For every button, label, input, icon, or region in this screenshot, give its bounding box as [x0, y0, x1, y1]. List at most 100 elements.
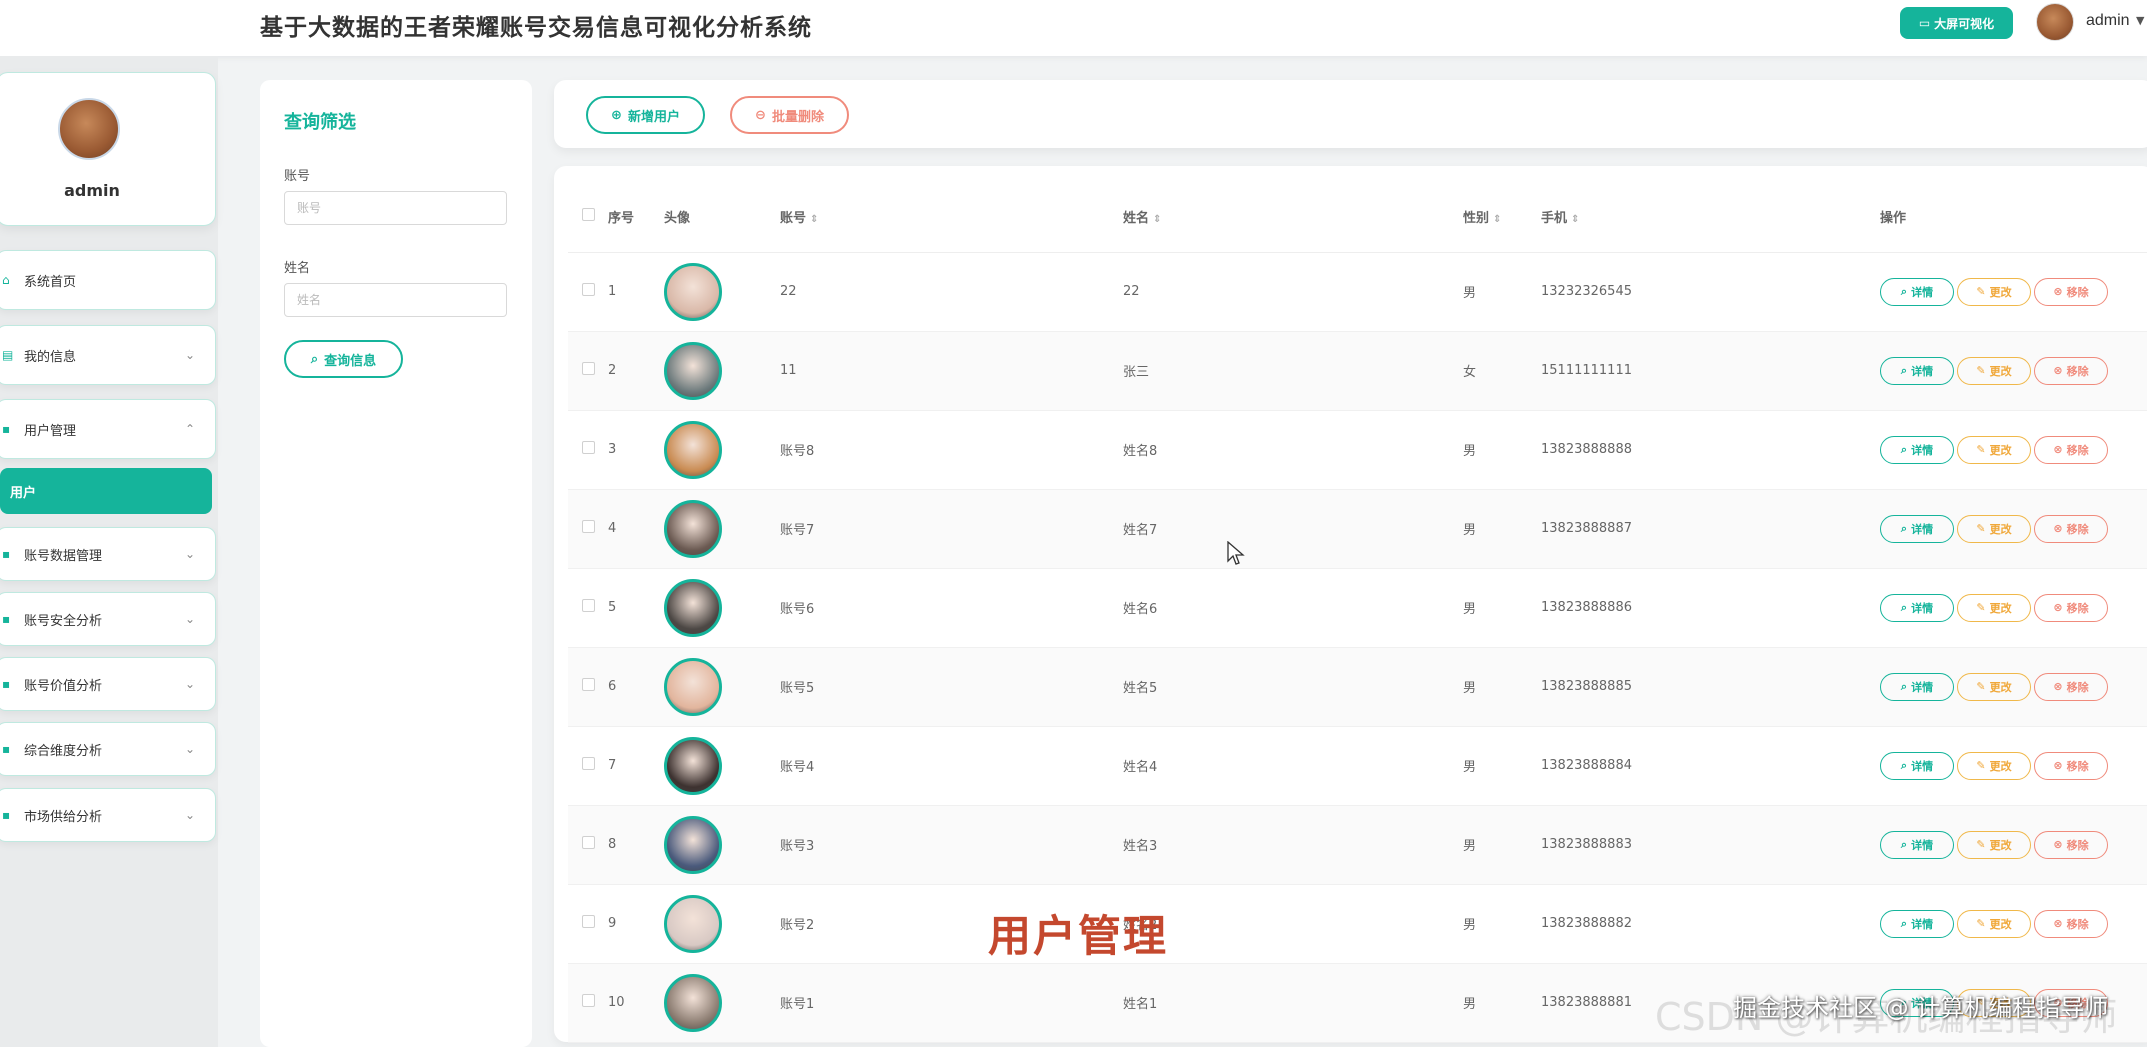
table-row: 1 22 22 男 13232326545 ⌕ 详情 ✎ 更改 ⊗ 移除	[568, 252, 2147, 332]
select-all-checkbox[interactable]	[582, 208, 595, 222]
bigscreen-button[interactable]: ▭ 大屏可视化	[1900, 7, 2013, 39]
edit-label: 更改	[1989, 917, 2012, 931]
row-phone: 13823888887	[1541, 489, 1880, 569]
detail-button[interactable]: ⌕ 详情	[1880, 672, 1954, 701]
remove-button[interactable]: ⊗ 移除	[2034, 830, 2108, 859]
table-row: 5 账号6 姓名6 男 13823888886 ⌕ 详情 ✎ 更改 ⊗ 移除	[568, 568, 2147, 648]
action-bar: ⊕ 新增用户 ⊖ 批量删除	[554, 80, 2147, 148]
header-gender-label: 性别	[1463, 211, 1490, 227]
sort-icon[interactable]: ⇕	[1571, 214, 1579, 225]
remove-button[interactable]: ⊗ 移除	[2034, 751, 2108, 780]
avatar[interactable]	[664, 341, 722, 400]
avatar[interactable]	[664, 973, 722, 1032]
edit-button[interactable]: ✎ 更改	[1957, 514, 2031, 543]
sidebar-item-account-security[interactable]: ▪ 账号安全分析 ⌄	[0, 592, 216, 646]
sort-icon[interactable]: ⇕	[1153, 214, 1161, 225]
sidebar-item-account-value[interactable]: ▪ 账号价值分析 ⌄	[0, 657, 216, 711]
avatar[interactable]	[664, 499, 722, 558]
edit-button[interactable]: ✎ 更改	[1957, 909, 2031, 938]
row-checkbox[interactable]	[582, 994, 595, 1007]
remove-circle-icon: ⊗	[2053, 759, 2063, 772]
detail-button[interactable]: ⌕ 详情	[1880, 356, 1954, 385]
detail-button[interactable]: ⌕ 详情	[1880, 751, 1954, 780]
edit-button[interactable]: ✎ 更改	[1957, 593, 2031, 622]
detail-button[interactable]: ⌕ 详情	[1880, 277, 1954, 306]
sidebar-item-label: 账号价值分析	[24, 678, 103, 694]
name-input[interactable]	[284, 283, 507, 317]
add-user-button[interactable]: ⊕ 新增用户	[586, 96, 705, 134]
row-avatar-cell	[664, 410, 780, 490]
edit-button[interactable]: ✎ 更改	[1957, 435, 2031, 464]
sort-icon[interactable]: ⇕	[1493, 214, 1501, 225]
avatar[interactable]	[664, 894, 722, 953]
row-checkbox[interactable]	[582, 362, 595, 375]
row-checkbox[interactable]	[582, 836, 595, 849]
sidebar-item-label: 账号数据管理	[24, 548, 103, 564]
header-account-label: 账号	[780, 211, 807, 227]
avatar[interactable]	[664, 815, 722, 874]
remove-button[interactable]: ⊗ 移除	[2034, 672, 2108, 701]
sidebar-item-home[interactable]: ⌂ 系统首页	[0, 250, 216, 310]
row-name: 姓名5	[1123, 647, 1463, 727]
edit-button[interactable]: ✎ 更改	[1957, 356, 2031, 385]
sidebar-item-account-data[interactable]: ▪ 账号数据管理 ⌄	[0, 527, 216, 581]
remove-button[interactable]: ⊗ 移除	[2034, 514, 2108, 543]
header-phone-label: 手机	[1541, 211, 1568, 227]
detail-label: 详情	[1911, 917, 1934, 931]
row-avatar-cell	[664, 568, 780, 648]
sidebar-item-user-management[interactable]: ▪ 用户管理 ⌃	[0, 399, 216, 459]
table-card: 序号 头像 账号 ⇕ 姓名 ⇕ 性别 ⇕ 手机 ⇕ 操作 1 22 22 男 132323265…	[554, 166, 2147, 1043]
profile-avatar	[58, 98, 120, 160]
batch-delete-button[interactable]: ⊖ 批量删除	[730, 96, 849, 134]
sort-icon[interactable]: ⇕	[810, 214, 818, 225]
row-checkbox[interactable]	[582, 599, 595, 612]
sidebar-item-market-supply[interactable]: ▪ 市场供给分析 ⌄	[0, 788, 216, 842]
header-account[interactable]: 账号 ⇕	[780, 182, 1123, 253]
edit-button[interactable]: ✎ 更改	[1957, 672, 2031, 701]
edit-button[interactable]: ✎ 更改	[1957, 751, 2031, 780]
grid-icon: ▪	[2, 547, 11, 561]
sidebar-item-comprehensive[interactable]: ▪ 综合维度分析 ⌄	[0, 722, 216, 776]
header-name[interactable]: 姓名 ⇕	[1123, 182, 1463, 253]
pencil-icon: ✎	[1976, 364, 1986, 377]
sidebar-item-label: 市场供给分析	[24, 809, 103, 825]
avatar[interactable]	[664, 736, 722, 795]
row-checkbox[interactable]	[582, 441, 595, 454]
detail-label: 详情	[1911, 759, 1934, 773]
remove-button[interactable]: ⊗ 移除	[2034, 909, 2108, 938]
remove-button[interactable]: ⊗ 移除	[2034, 435, 2108, 464]
row-checkbox[interactable]	[582, 678, 595, 691]
sidebar-subitem-users[interactable]: 用户	[0, 468, 212, 514]
avatar[interactable]	[664, 578, 722, 637]
row-checkbox[interactable]	[582, 520, 595, 533]
avatar[interactable]	[664, 262, 722, 321]
row-check-cell	[568, 726, 608, 806]
edit-label: 更改	[1989, 680, 2012, 694]
sidebar-item-label: 综合维度分析	[24, 743, 103, 759]
detail-button[interactable]: ⌕ 详情	[1880, 593, 1954, 622]
row-account: 账号5	[780, 647, 1123, 727]
chevron-down-icon[interactable]: ▼	[2136, 14, 2144, 27]
remove-button[interactable]: ⊗ 移除	[2034, 277, 2108, 306]
remove-circle-icon: ⊗	[2053, 285, 2063, 298]
detail-button[interactable]: ⌕ 详情	[1880, 830, 1954, 859]
account-input[interactable]	[284, 191, 507, 225]
edit-button[interactable]: ✎ 更改	[1957, 277, 2031, 306]
avatar[interactable]	[664, 657, 722, 716]
remove-button[interactable]: ⊗ 移除	[2034, 593, 2108, 622]
detail-button[interactable]: ⌕ 详情	[1880, 909, 1954, 938]
search-button[interactable]: ⌕ 查询信息	[284, 340, 403, 378]
edit-button[interactable]: ✎ 更改	[1957, 830, 2031, 859]
row-checkbox[interactable]	[582, 757, 595, 770]
header-username[interactable]: admin	[2086, 12, 2130, 30]
sidebar-item-my-info[interactable]: ▤ 我的信息 ⌄	[0, 325, 216, 385]
header-phone[interactable]: 手机 ⇕	[1541, 182, 1880, 253]
detail-button[interactable]: ⌕ 详情	[1880, 435, 1954, 464]
header-avatar[interactable]	[2036, 3, 2074, 41]
row-checkbox[interactable]	[582, 283, 595, 296]
remove-button[interactable]: ⊗ 移除	[2034, 356, 2108, 385]
row-checkbox[interactable]	[582, 915, 595, 928]
avatar[interactable]	[664, 420, 722, 479]
detail-button[interactable]: ⌕ 详情	[1880, 514, 1954, 543]
header-gender[interactable]: 性别 ⇕	[1463, 182, 1541, 253]
